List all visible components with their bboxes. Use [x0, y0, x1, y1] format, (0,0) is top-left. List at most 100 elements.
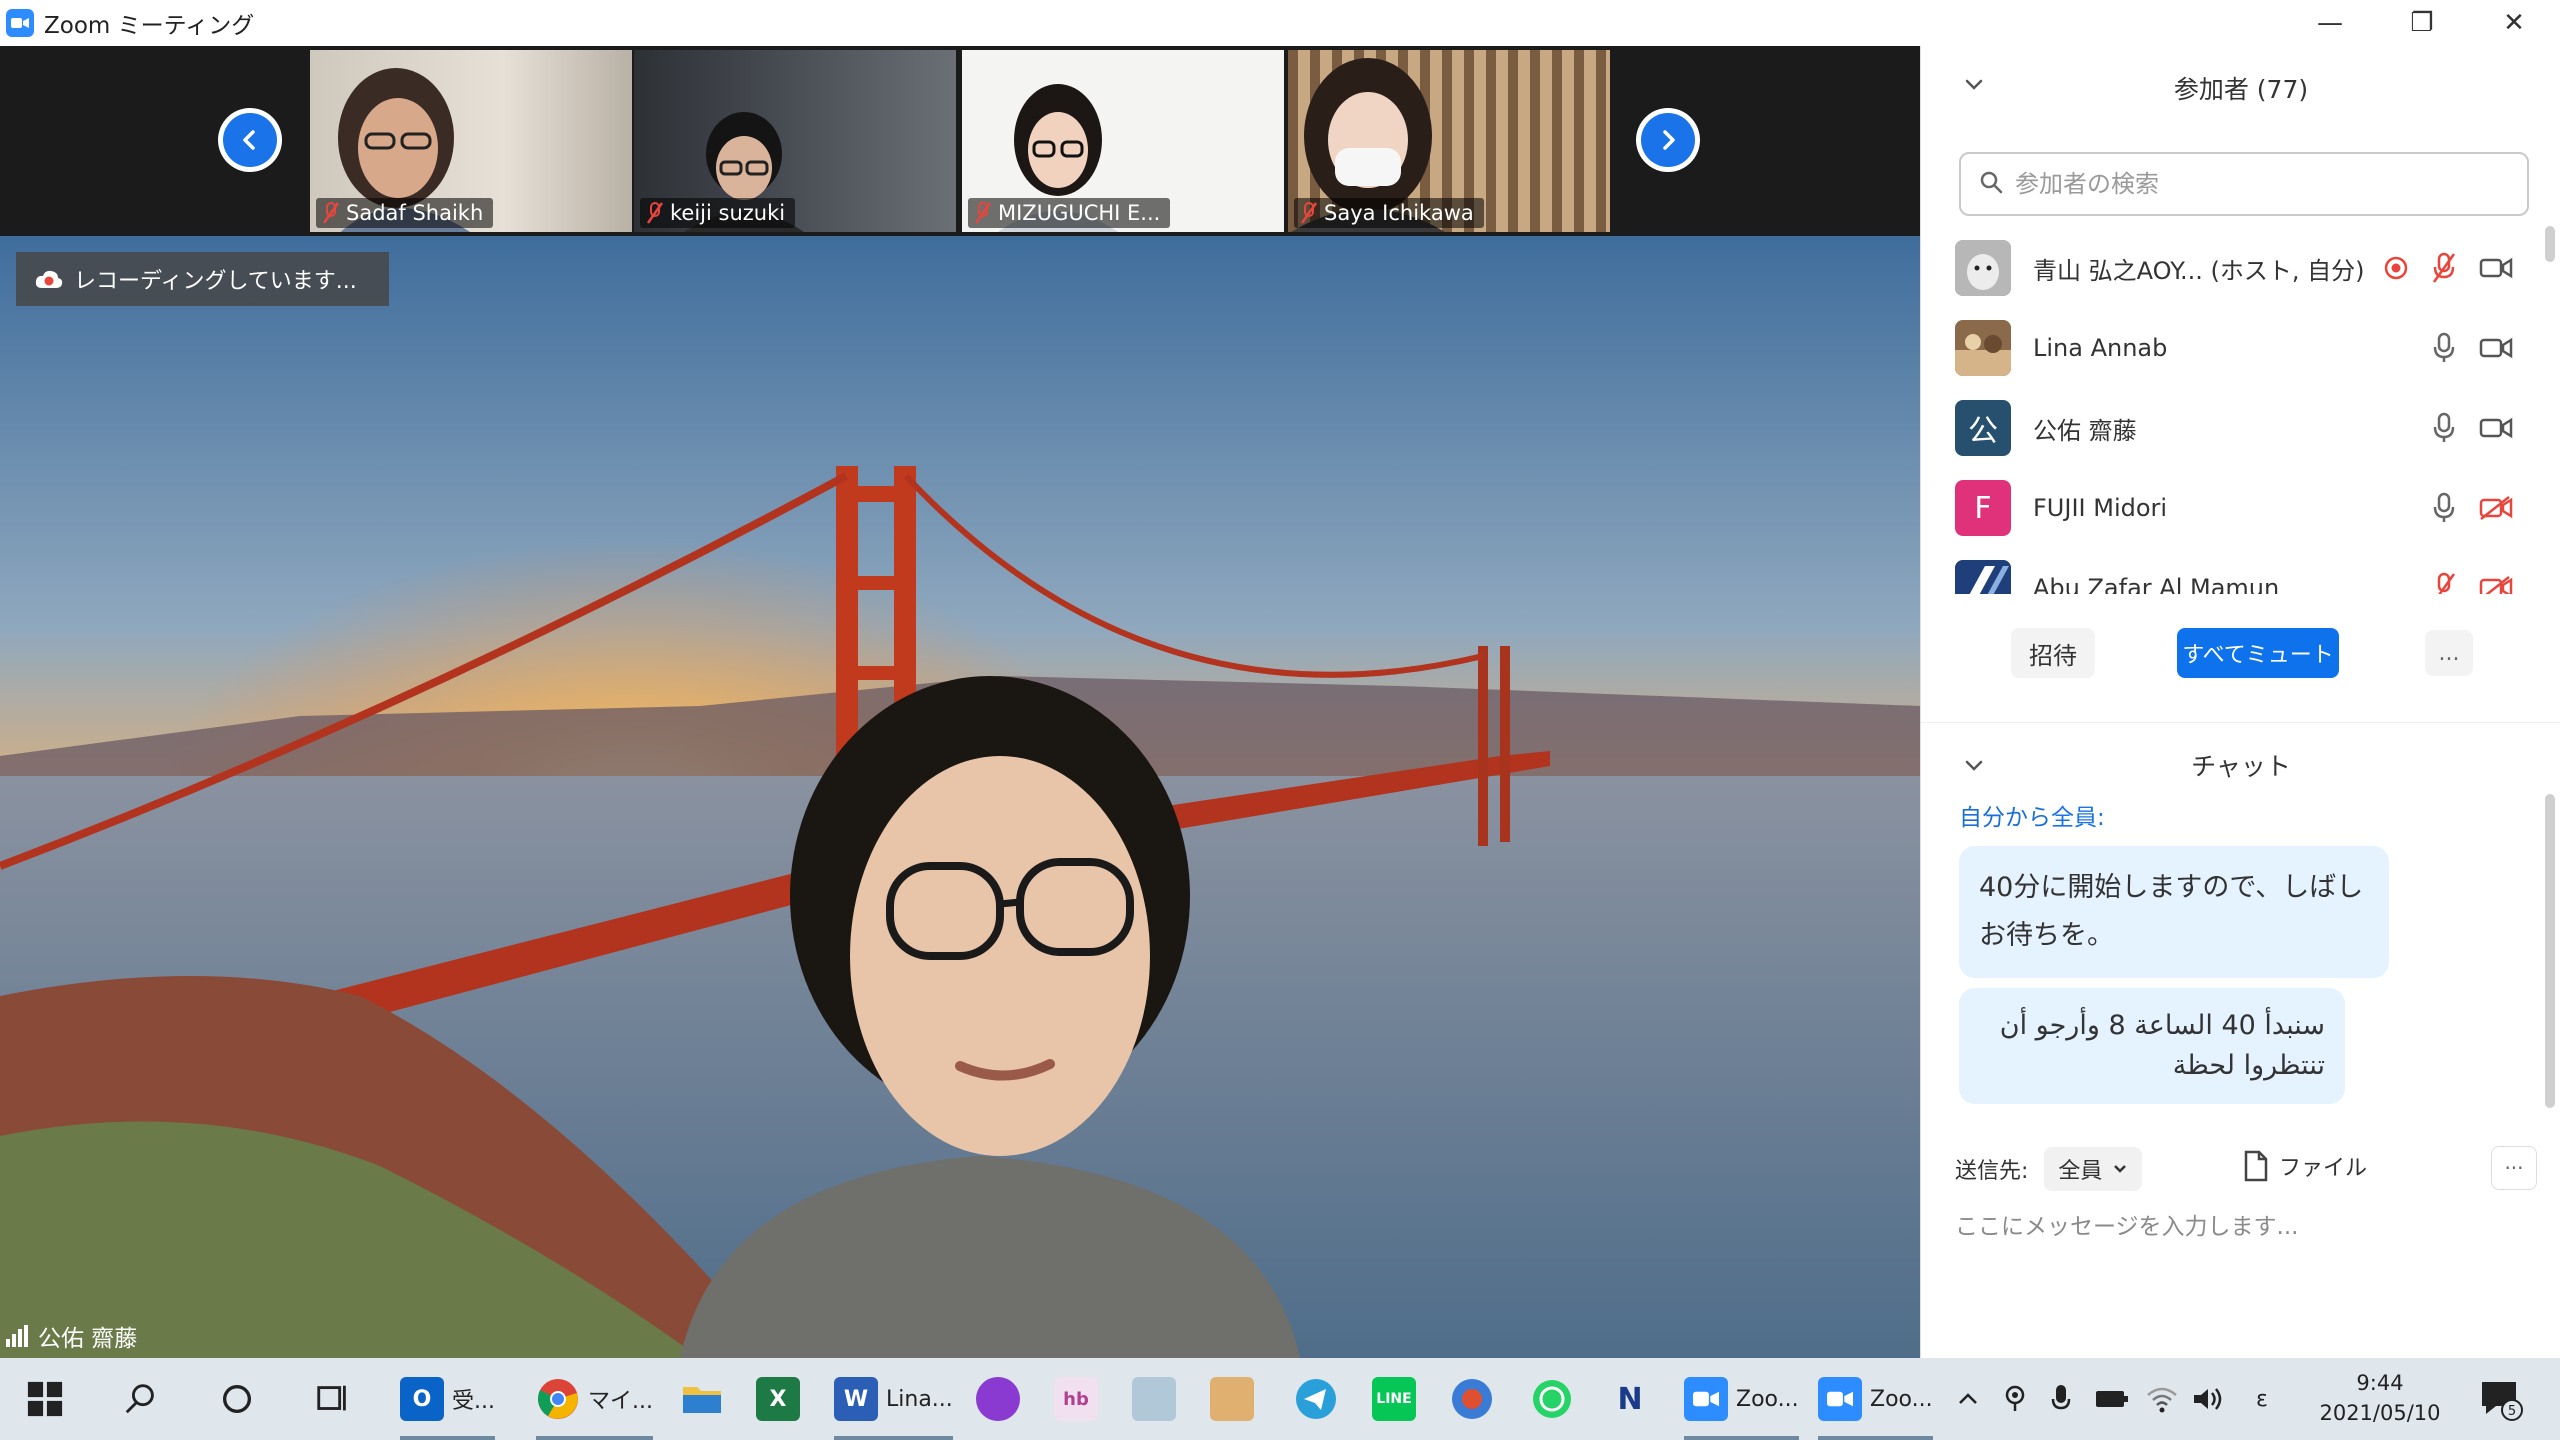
- svg-text:5: 5: [2508, 1404, 2516, 1419]
- windows-logo-icon: [27, 1381, 63, 1417]
- chrome-icon: [538, 1379, 578, 1419]
- taskbar-file-explorer[interactable]: [680, 1368, 724, 1430]
- ime-indicator[interactable]: ε: [2256, 1368, 2268, 1430]
- participant-row[interactable]: Abu Zafar Al Mamun: [1921, 548, 2541, 594]
- participant-search-input[interactable]: [2015, 170, 2495, 198]
- mute-all-button[interactable]: すべてミュート: [2177, 628, 2339, 678]
- tray-battery[interactable]: [2094, 1368, 2130, 1430]
- tray-overflow-button[interactable]: [1956, 1368, 1980, 1430]
- avatar: 公: [1955, 400, 2011, 456]
- taskbar-telegram[interactable]: [1294, 1368, 1338, 1430]
- send-to-select[interactable]: 全員: [2044, 1147, 2143, 1191]
- tray-camera[interactable]: [2002, 1368, 2028, 1430]
- main-speaker-video[interactable]: レコーディングしています... 公佑 齋藤: [0, 236, 1920, 1358]
- camera-icon[interactable]: [2479, 415, 2513, 441]
- taskbar-line[interactable]: LINE: [1372, 1368, 1416, 1430]
- speaker-name-label: 公佑 齋藤: [0, 1314, 153, 1358]
- taskbar-app[interactable]: N: [1608, 1368, 1652, 1430]
- taskbar-whatsapp[interactable]: [1530, 1368, 1574, 1430]
- participant-row[interactable]: Lina Annab: [1921, 308, 2541, 388]
- mic-muted-icon[interactable]: [2431, 252, 2457, 284]
- zoom-icon: [1684, 1377, 1728, 1421]
- search-icon: [125, 1384, 154, 1414]
- webcam-icon: [2005, 1385, 2025, 1411]
- zoom-logo-icon: [6, 9, 34, 37]
- participant-thumbnail[interactable]: MIZUGUCHI E...: [962, 50, 1284, 232]
- taskbar-zoom[interactable]: Zoo...: [1684, 1368, 1799, 1440]
- camera-icon[interactable]: [2479, 335, 2513, 361]
- taskbar-app[interactable]: [976, 1368, 1020, 1430]
- participant-search[interactable]: [1959, 152, 2529, 216]
- taskbar-chrome[interactable]: マイ...: [536, 1368, 653, 1440]
- chevron-down-icon[interactable]: [1961, 72, 1987, 98]
- nx-icon: N: [1617, 1381, 1643, 1417]
- participant-thumbnail[interactable]: Saya Ichikawa: [1288, 50, 1610, 232]
- restore-button[interactable]: ❐: [2376, 0, 2468, 46]
- chat-send-row: 送信先: 全員 ファイル ···: [1955, 1146, 2545, 1192]
- taskbar-app[interactable]: [1132, 1368, 1176, 1430]
- microphone-icon: [2051, 1385, 2071, 1410]
- participant-name: Lina Annab: [2033, 334, 2168, 362]
- next-page-button[interactable]: [1636, 108, 1700, 172]
- participant-row[interactable]: 青山 弘之AOY... (ホスト, 自分): [1921, 228, 2541, 308]
- cortana-icon: [222, 1384, 252, 1414]
- chevron-down-icon[interactable]: [1961, 753, 1987, 779]
- close-button[interactable]: ✕: [2468, 0, 2560, 46]
- paint-icon: [1210, 1377, 1254, 1421]
- tray-wifi[interactable]: [2146, 1368, 2178, 1430]
- taskbar-outlook[interactable]: O 受...: [400, 1368, 495, 1440]
- mic-icon[interactable]: [2431, 492, 2457, 524]
- mic-icon[interactable]: [2431, 412, 2457, 444]
- tray-microphone[interactable]: [2050, 1368, 2072, 1430]
- start-button[interactable]: [26, 1368, 64, 1430]
- wifi-icon: [2147, 1387, 2177, 1413]
- participant-row[interactable]: 公 公佑 齋藤: [1921, 388, 2541, 468]
- chat-message-input[interactable]: [1955, 1202, 2535, 1252]
- participant-thumbnail[interactable]: Sadaf Shaikh: [310, 50, 632, 232]
- chat-more-button[interactable]: ···: [2491, 1146, 2537, 1190]
- search-button[interactable]: [122, 1368, 160, 1430]
- camera-icon[interactable]: [2479, 255, 2513, 281]
- taskbar-word[interactable]: W Lina...: [834, 1368, 953, 1440]
- invite-button[interactable]: 招待: [2011, 628, 2095, 678]
- participant-name-label: keiji suzuki: [640, 198, 796, 228]
- participant-list: 青山 弘之AOY... (ホスト, 自分) Lina Annab 公 公佑 齋藤…: [1921, 228, 2541, 594]
- participants-more-button[interactable]: ...: [2425, 630, 2473, 676]
- avatar: F: [1955, 480, 2011, 536]
- cortana-button[interactable]: [218, 1368, 256, 1430]
- participant-thumbnail[interactable]: keiji suzuki: [634, 50, 956, 232]
- taskbar-app[interactable]: [1210, 1368, 1254, 1430]
- chat-scrollbar[interactable]: [2545, 794, 2555, 1108]
- participant-row[interactable]: F FUJII Midori: [1921, 468, 2541, 548]
- chevron-down-icon: [2114, 1165, 2127, 1173]
- battery-icon: [2096, 1391, 2128, 1407]
- task-view-button[interactable]: [314, 1368, 352, 1430]
- notification-center-button[interactable]: 5: [2478, 1378, 2524, 1422]
- mic-muted-icon: [974, 201, 992, 225]
- taskbar-zoom-meeting[interactable]: Zoo...: [1818, 1368, 1933, 1440]
- app-icon: [1132, 1377, 1176, 1421]
- chat-header: チャット: [1921, 722, 2560, 806]
- mic-muted-icon: [322, 201, 340, 225]
- mic-muted-icon[interactable]: [2431, 572, 2457, 594]
- taskbar-app[interactable]: hb: [1054, 1368, 1098, 1430]
- recording-icon: [2384, 256, 2408, 280]
- recording-indicator[interactable]: レコーディングしています...: [16, 252, 389, 306]
- participant-name-label: MIZUGUCHI E...: [968, 198, 1171, 228]
- participant-name: 公佑 齋藤: [2033, 416, 2137, 445]
- whatsapp-icon: [1533, 1380, 1571, 1418]
- app-icon: [976, 1377, 1020, 1421]
- participant-list-scrollbar[interactable]: [2545, 226, 2555, 262]
- speaker-person: [680, 676, 1300, 1358]
- camera-off-icon[interactable]: [2479, 575, 2513, 594]
- taskbar-clock[interactable]: 9:44 2021/05/10: [2310, 1368, 2450, 1428]
- taskbar-excel[interactable]: X: [756, 1368, 800, 1430]
- taskbar-app[interactable]: [1450, 1368, 1494, 1430]
- tray-volume[interactable]: [2192, 1368, 2224, 1430]
- file-button[interactable]: ファイル: [2243, 1150, 2367, 1182]
- minimize-button[interactable]: —: [2284, 0, 2376, 46]
- camera-off-icon[interactable]: [2479, 495, 2513, 521]
- mic-muted-icon: [1300, 201, 1318, 225]
- prev-page-button[interactable]: [218, 108, 282, 172]
- mic-icon[interactable]: [2431, 332, 2457, 364]
